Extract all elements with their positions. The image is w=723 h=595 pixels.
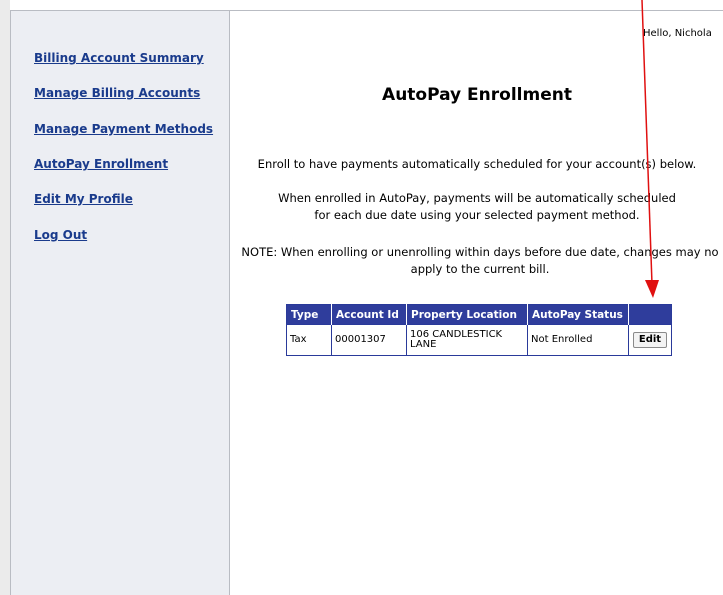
page: Billing Account Summary Manage Billing A… xyxy=(0,0,723,595)
user-greeting: Hello, Nichola xyxy=(643,28,712,39)
cell-action: Edit xyxy=(628,324,672,356)
column-header-autopay-status: AutoPay Status xyxy=(527,304,629,325)
sidebar-item-log-out[interactable]: Log Out xyxy=(34,228,87,242)
note-text: NOTE: When enrolling or unenrolling with… xyxy=(231,244,723,278)
sidebar-nav: Billing Account Summary Manage Billing A… xyxy=(10,10,230,595)
info-text-line-1: When enrolled in AutoPay, payments will … xyxy=(278,191,676,205)
main-content: Hello, Nichola AutoPay Enrollment Enroll… xyxy=(231,11,723,595)
sidebar-item-billing-account-summary[interactable]: Billing Account Summary xyxy=(34,51,204,65)
intro-text: Enroll to have payments automatically sc… xyxy=(257,157,697,171)
left-gutter xyxy=(0,0,10,595)
content-clip: Hello, Nichola AutoPay Enrollment Enroll… xyxy=(231,11,723,595)
edit-button[interactable]: Edit xyxy=(632,332,668,348)
cell-account-id: 00001307 xyxy=(331,324,407,356)
sidebar-item-manage-payment-methods[interactable]: Manage Payment Methods xyxy=(34,122,213,136)
table-header-row: Type Account Id Property Location AutoPa… xyxy=(286,304,672,325)
column-header-property-location: Property Location xyxy=(406,304,528,325)
column-header-action xyxy=(628,304,672,325)
cell-property-location: 106 CANDLESTICK LANE xyxy=(406,324,528,356)
sidebar-item-autopay-enrollment[interactable]: AutoPay Enrollment xyxy=(34,157,168,171)
note-line-2: apply to the current bill. xyxy=(410,262,550,276)
accounts-table: Type Account Id Property Location AutoPa… xyxy=(286,304,672,356)
column-header-type: Type xyxy=(286,304,332,325)
cell-type: Tax xyxy=(286,324,332,356)
sidebar-item-edit-my-profile[interactable]: Edit My Profile xyxy=(34,192,133,206)
page-title: AutoPay Enrollment xyxy=(382,85,572,105)
sidebar-item-manage-billing-accounts[interactable]: Manage Billing Accounts xyxy=(34,86,200,100)
column-header-account-id: Account Id xyxy=(331,304,407,325)
table-row: Tax 00001307 106 CANDLESTICK LANE Not En… xyxy=(286,324,672,356)
info-text-line-2: for each due date using your selected pa… xyxy=(314,208,640,222)
cell-autopay-status: Not Enrolled xyxy=(527,324,629,356)
note-line-1: NOTE: When enrolling or unenrolling with… xyxy=(241,245,719,259)
